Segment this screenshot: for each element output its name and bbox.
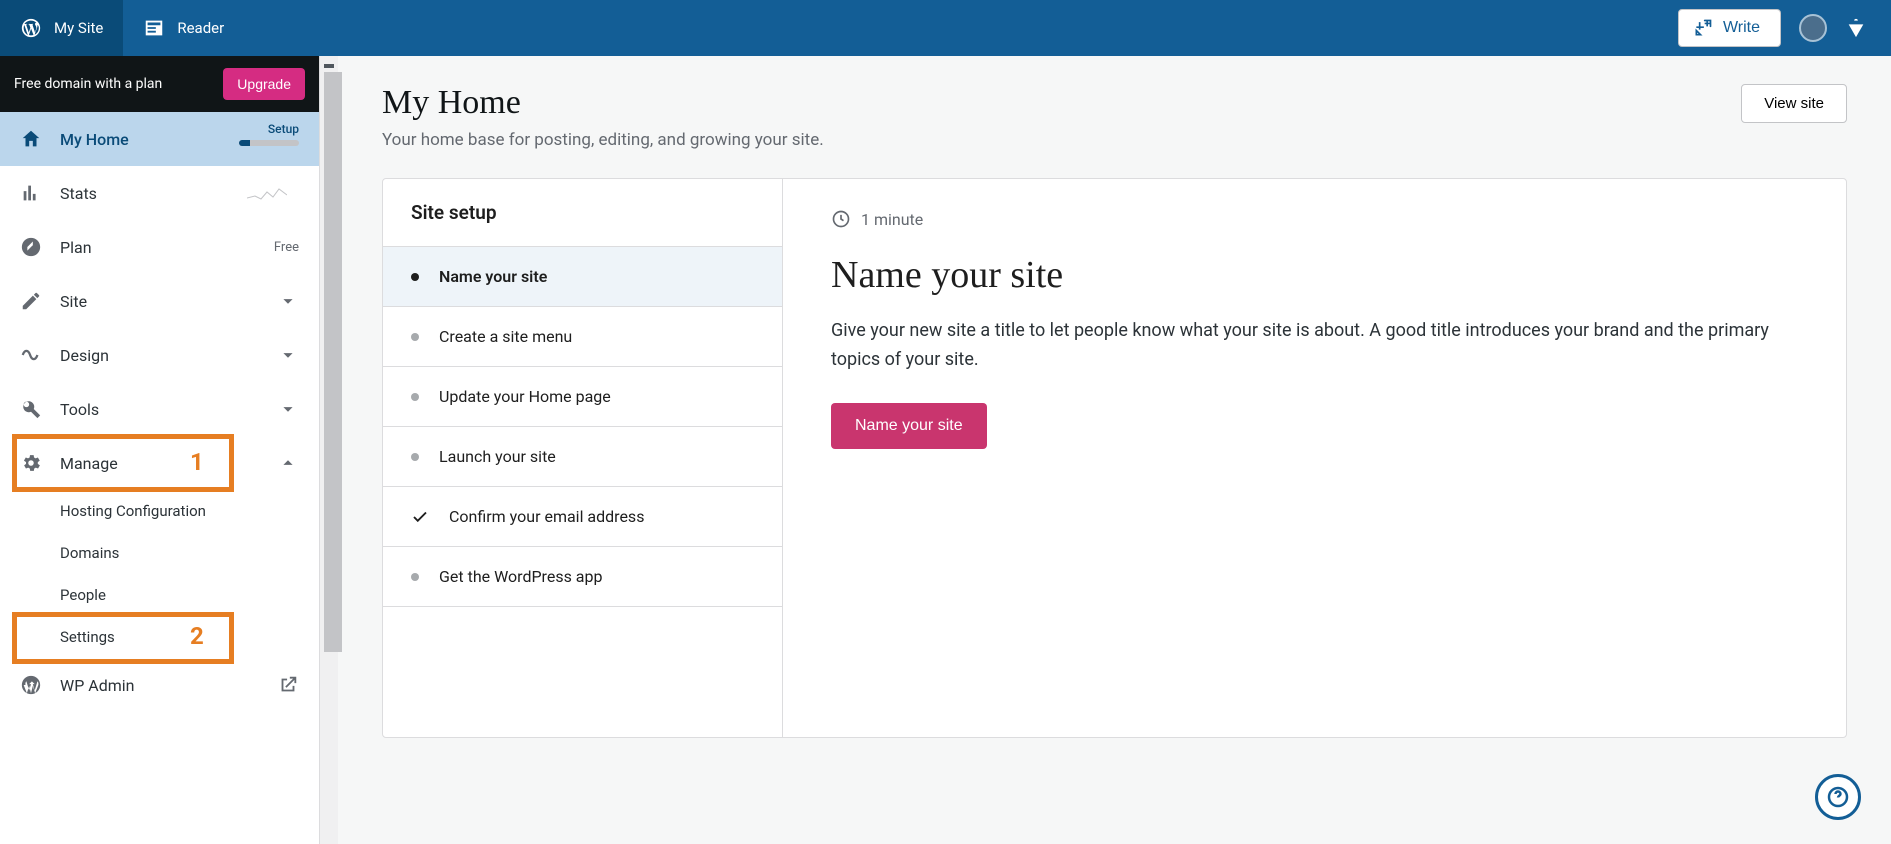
topbar-my-site[interactable]: My Site [0, 0, 123, 56]
sidebar-item-label: WP Admin [60, 676, 134, 695]
sidebar-sub-hosting[interactable]: Hosting Configuration [0, 490, 319, 532]
setup-item-label: Get the WordPress app [439, 567, 602, 586]
setup-list: Site setup Name your site Create a site … [383, 179, 783, 737]
setup-item-label: Launch your site [439, 447, 556, 466]
sidebar-item-label: My Home [60, 130, 129, 149]
chevron-up-icon [277, 452, 299, 474]
sidebar-item-stats[interactable]: Stats [0, 166, 319, 220]
sidebar-sub-settings[interactable]: Settings [0, 616, 319, 658]
sidebar-item-tools[interactable]: Tools [0, 382, 319, 436]
sidebar-sub-people[interactable]: People [0, 574, 319, 616]
sidebar-sub-domains[interactable]: Domains [0, 532, 319, 574]
topbar-reader[interactable]: Reader [123, 0, 244, 56]
status-dot-icon [411, 573, 419, 581]
status-dot-icon [411, 453, 419, 461]
setup-item-name-site[interactable]: Name your site [383, 247, 782, 307]
status-dot-icon [411, 393, 419, 401]
question-icon [1826, 785, 1850, 809]
view-site-button[interactable]: View site [1741, 84, 1847, 123]
promo-bar: Free domain with a plan Upgrade [0, 56, 319, 112]
external-link-icon [277, 674, 299, 696]
main-content: My Home Your home base for posting, edit… [338, 56, 1891, 844]
notifications-icon[interactable] [1845, 17, 1867, 39]
check-icon [411, 508, 429, 526]
sidebar-item-design[interactable]: Design [0, 328, 319, 382]
sidebar-item-label: Design [60, 346, 109, 365]
sidebar-item-label: Plan [60, 238, 92, 257]
topbar-right: Write [1678, 9, 1891, 47]
chevron-down-icon [277, 344, 299, 366]
setup-title: Site setup [383, 179, 782, 247]
plan-tier: Free [274, 240, 299, 255]
topbar-my-site-label: My Site [54, 19, 103, 37]
sidebar-item-label: Manage [60, 454, 118, 473]
setup-detail: 1 minute Name your site Give your new si… [783, 179, 1846, 737]
page-subtitle: Your home base for posting, editing, and… [382, 130, 824, 150]
annotation-label-1: 1 [190, 448, 204, 476]
sidebar-item-label: Tools [60, 400, 99, 419]
setup-item-label: Confirm your email address [449, 507, 644, 526]
setup-item-label: Name your site [439, 267, 547, 286]
setup-item-label: Create a site menu [439, 327, 572, 346]
setup-item-create-menu[interactable]: Create a site menu [383, 307, 782, 367]
write-label: Write [1723, 19, 1760, 37]
chevron-down-icon [277, 290, 299, 312]
setup-item-update-home[interactable]: Update your Home page [383, 367, 782, 427]
gear-icon [20, 452, 42, 474]
status-dot-icon [411, 273, 419, 281]
chevron-down-icon [277, 398, 299, 420]
sidebar-scrollbar[interactable] [320, 56, 338, 844]
sidebar-item-plan[interactable]: Plan Free [0, 220, 319, 274]
clock-icon [831, 209, 851, 229]
promo-text: Free domain with a plan [14, 76, 162, 92]
annotation-label-2: 2 [190, 622, 204, 650]
sidebar-item-wp-admin[interactable]: WP Admin [0, 658, 319, 712]
write-plus-icon [1693, 18, 1713, 38]
upgrade-button[interactable]: Upgrade [223, 68, 305, 100]
design-icon [20, 344, 42, 366]
setup-item-launch[interactable]: Launch your site [383, 427, 782, 487]
help-button[interactable] [1815, 774, 1861, 820]
sparkline-icon [247, 186, 287, 200]
status-dot-icon [411, 333, 419, 341]
sidebar-item-my-home[interactable]: My Home Setup [0, 112, 319, 166]
sidebar-item-manage[interactable]: Manage [0, 436, 319, 490]
topbar-reader-label: Reader [177, 19, 224, 37]
avatar[interactable] [1799, 14, 1827, 42]
sidebar-item-label: Stats [60, 184, 97, 203]
sidebar-item-label: Site [60, 292, 87, 311]
reader-icon [143, 17, 165, 39]
topbar-left: My Site Reader [0, 0, 244, 56]
time-estimate: 1 minute [831, 209, 1798, 229]
setup-item-confirm-email[interactable]: Confirm your email address [383, 487, 782, 547]
setup-label: Setup [268, 122, 299, 136]
setup-item-get-app[interactable]: Get the WordPress app [383, 547, 782, 607]
write-button[interactable]: Write [1678, 9, 1781, 47]
page-header: My Home Your home base for posting, edit… [382, 84, 1847, 150]
home-icon [20, 128, 42, 150]
detail-description: Give your new site a title to let people… [831, 317, 1798, 375]
detail-title: Name your site [831, 253, 1798, 297]
sidebar: Free domain with a plan Upgrade My Home … [0, 56, 320, 844]
topbar: My Site Reader Write [0, 0, 1891, 56]
plan-icon [20, 236, 42, 258]
pencil-icon [20, 290, 42, 312]
wordpress-icon [20, 17, 42, 39]
setup-item-label: Update your Home page [439, 387, 611, 406]
sidebar-item-site[interactable]: Site [0, 274, 319, 328]
setup-progress [239, 140, 299, 146]
wordpress-icon [20, 674, 42, 696]
time-text: 1 minute [861, 210, 923, 229]
wrench-icon [20, 398, 42, 420]
layout: Free domain with a plan Upgrade My Home … [0, 56, 1891, 844]
stats-icon [20, 182, 42, 204]
setup-panel: Site setup Name your site Create a site … [382, 178, 1847, 738]
page-title: My Home [382, 84, 824, 122]
name-site-button[interactable]: Name your site [831, 403, 987, 449]
